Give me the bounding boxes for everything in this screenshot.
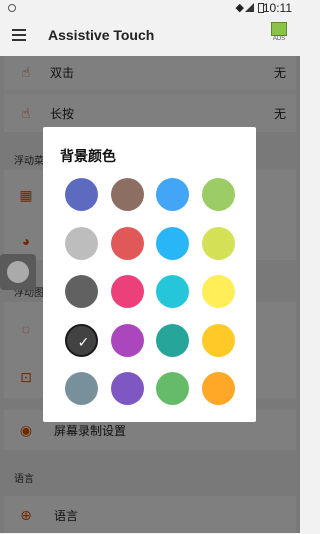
status-time: 10:11 xyxy=(262,1,292,15)
wifi-icon: ◆ xyxy=(235,2,244,14)
color-swatch[interactable] xyxy=(110,372,144,405)
color-swatch[interactable] xyxy=(110,178,144,211)
app-bar: Assistive Touch ADS xyxy=(0,16,300,56)
color-swatch[interactable] xyxy=(202,275,236,308)
dialog-title: 背景颜色 xyxy=(60,148,116,164)
color-swatch[interactable] xyxy=(156,372,190,405)
assistive-touch-button[interactable] xyxy=(0,254,36,290)
color-swatch[interactable]: ✓ xyxy=(65,323,98,357)
color-swatch[interactable] xyxy=(202,372,236,405)
color-swatch[interactable] xyxy=(65,372,98,405)
color-swatch[interactable] xyxy=(202,226,236,260)
color-swatch[interactable] xyxy=(65,226,98,260)
color-swatch[interactable] xyxy=(110,323,144,357)
app-title: Assistive Touch xyxy=(48,27,155,43)
assistive-touch-icon xyxy=(7,261,29,283)
status-bar: ◆ 10:11 xyxy=(0,0,300,16)
hamburger-icon[interactable] xyxy=(12,29,26,41)
ads-button[interactable]: ADS xyxy=(268,22,290,48)
color-swatch[interactable] xyxy=(202,323,236,357)
notification-icon xyxy=(8,4,16,12)
background-color-dialog: 背景颜色 ✓ xyxy=(43,127,256,422)
color-swatch[interactable] xyxy=(156,323,190,357)
color-swatch[interactable] xyxy=(110,226,144,260)
color-swatch[interactable] xyxy=(65,178,98,211)
color-swatch[interactable] xyxy=(156,226,190,260)
ads-label: ADS xyxy=(272,36,286,42)
color-swatch[interactable] xyxy=(202,178,236,211)
selected-check-icon: ✓ xyxy=(77,333,90,350)
color-swatch[interactable] xyxy=(156,178,190,211)
color-swatch[interactable] xyxy=(65,275,98,308)
color-swatch[interactable] xyxy=(110,275,144,308)
color-swatch[interactable] xyxy=(156,275,190,308)
ads-icon xyxy=(271,22,287,36)
signal-icon xyxy=(245,3,254,12)
